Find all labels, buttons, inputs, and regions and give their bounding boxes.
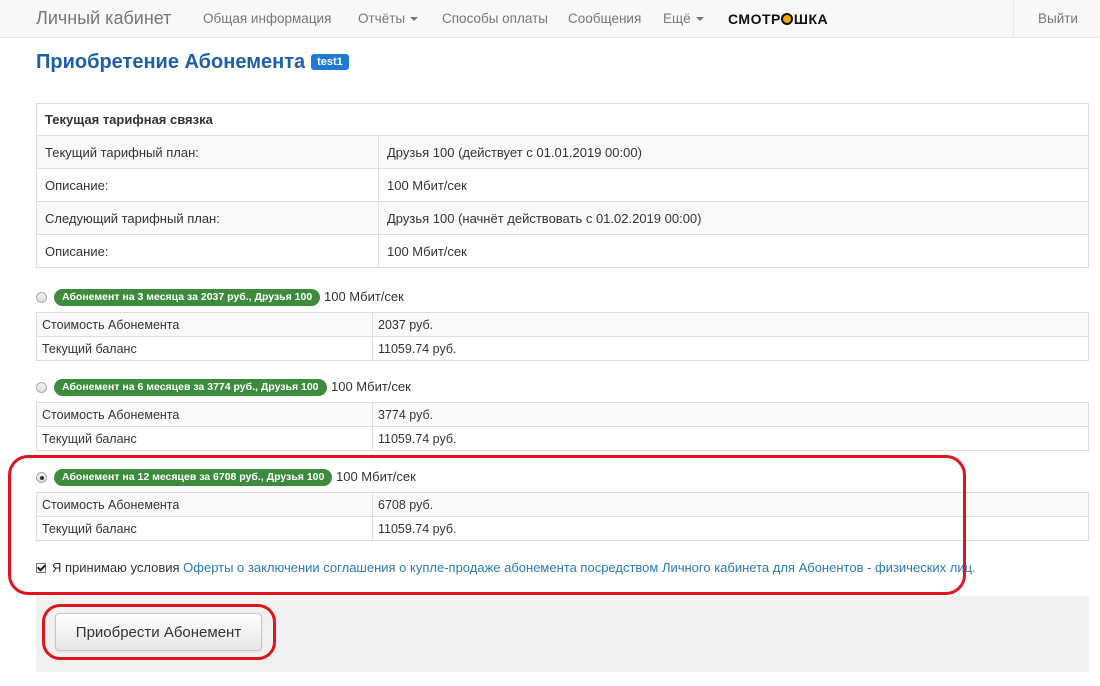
cost-value: 6708 руб. (372, 492, 1089, 517)
tariff-row-label: Текущий тарифный план: (36, 135, 379, 169)
cost-value: 2037 руб. (372, 312, 1089, 337)
offer-terms-link[interactable]: Оферты о заключении соглашения о купле-п… (183, 560, 976, 575)
form-actions: Приобрести Абонемент (36, 596, 1089, 672)
table-row: Описание: 100 Мбит/сек (36, 168, 1089, 202)
nav-item-label: Способы оплаты (442, 11, 548, 26)
subscription-speed: 100 Мбит/сек (331, 379, 411, 394)
subscription-radio-3-months[interactable] (36, 292, 47, 303)
page-title: Приобретение Абонемента test1 (36, 51, 349, 74)
agreement-text: Я принимаю условия (52, 560, 180, 575)
logout-link[interactable]: Выйти (1038, 11, 1078, 26)
subscription-option-3-months: Абонемент на 3 месяца за 2037 руб., Друз… (36, 287, 1089, 361)
subscription-radio-12-months[interactable] (36, 472, 47, 483)
cost-value: 3774 руб. (372, 402, 1089, 427)
balance-label: Текущий баланс (36, 516, 373, 541)
nav-item-label: Отчёты (358, 11, 406, 26)
brand-link[interactable]: Личный кабинет (36, 8, 171, 29)
nav-item-reports[interactable]: Отчёты (358, 11, 419, 26)
cost-label: Стоимость Абонемента (36, 312, 373, 337)
nav-item-more[interactable]: Ещё (663, 11, 704, 26)
balance-value: 11059.74 руб. (372, 516, 1089, 541)
table-row: Стоимость Абонемента 6708 руб. (36, 492, 1089, 517)
table-row: Текущий тарифный план: Друзья 100 (дейст… (36, 135, 1089, 169)
nav-divider (1013, 0, 1014, 38)
table-row: Стоимость Абонемента 2037 руб. (36, 312, 1089, 337)
agreement-checkbox[interactable] (36, 563, 46, 573)
subscription-speed: 100 Мбит/сек (324, 289, 404, 304)
table-row: Следующий тарифный план: Друзья 100 (нач… (36, 201, 1089, 235)
tariff-row-label: Описание: (36, 168, 379, 202)
nav-item-general-info[interactable]: Общая информация (203, 11, 331, 26)
subscription-badge: Абонемент на 6 месяцев за 3774 руб., Дру… (54, 379, 327, 396)
tariff-row-value: 100 Мбит/сек (378, 234, 1089, 268)
subscription-radio-6-months[interactable] (36, 382, 47, 393)
logo-o-icon (781, 13, 794, 25)
subscription-badge: Абонемент на 12 месяцев за 6708 руб., Др… (54, 469, 333, 486)
subscription-details-table: Стоимость Абонемента 6708 руб. Текущий б… (36, 492, 1089, 541)
subscription-speed: 100 Мбит/сек (336, 469, 416, 484)
nav-item-label: Ещё (663, 11, 691, 26)
tariff-row-label: Описание: (36, 234, 379, 268)
subscription-badge: Абонемент на 3 месяца за 2037 руб., Друз… (54, 289, 321, 306)
nav-item-payment-methods[interactable]: Способы оплаты (442, 11, 548, 26)
cost-label: Стоимость Абонемента (36, 402, 373, 427)
table-row: Описание: 100 Мбит/сек (36, 234, 1089, 268)
tariff-row-value: 100 Мбит/сек (378, 168, 1089, 202)
tariff-row-value: Друзья 100 (начнёт действовать с 01.02.2… (378, 201, 1089, 235)
balance-value: 11059.74 руб. (372, 336, 1089, 361)
subscription-option-6-months: Абонемент на 6 месяцев за 3774 руб., Дру… (36, 377, 1089, 451)
table-row: Текущий баланс 11059.74 руб. (36, 336, 1089, 361)
account-badge: test1 (311, 54, 349, 70)
subscription-details-table: Стоимость Абонемента 2037 руб. Текущий б… (36, 312, 1089, 361)
table-row: Текущий баланс 11059.74 руб. (36, 426, 1089, 451)
cost-label: Стоимость Абонемента (36, 492, 373, 517)
agreement-row: Я принимаю условия Оферты о заключении с… (36, 560, 976, 575)
balance-value: 11059.74 руб. (372, 426, 1089, 451)
table-row: Текущий баланс 11059.74 руб. (36, 516, 1089, 541)
subscription-option-12-months: Абонемент на 12 месяцев за 6708 руб., Др… (36, 467, 1089, 541)
subscription-details-table: Стоимость Абонемента 3774 руб. Текущий б… (36, 402, 1089, 451)
tariff-table-header: Текущая тарифная связка (36, 103, 1089, 136)
page-title-text: Приобретение Абонемента (36, 51, 306, 73)
balance-label: Текущий баланс (36, 426, 373, 451)
smotreshka-logo[interactable]: СМОТР ШКА (728, 11, 828, 27)
buy-subscription-button[interactable]: Приобрести Абонемент (55, 613, 262, 651)
tariff-row-label: Следующий тарифный план: (36, 201, 379, 235)
tariff-row-value: Друзья 100 (действует с 01.01.2019 00:00… (378, 135, 1089, 169)
nav-item-label: Сообщения (568, 11, 642, 26)
caret-down-icon (695, 17, 704, 22)
caret-down-icon (410, 17, 419, 22)
top-navbar: Личный кабинет Общая информация Отчёты С… (0, 0, 1100, 38)
balance-label: Текущий баланс (36, 336, 373, 361)
nav-item-messages[interactable]: Сообщения (568, 11, 641, 26)
table-row: Стоимость Абонемента 3774 руб. (36, 402, 1089, 427)
nav-item-label: Общая информация (203, 11, 332, 26)
current-tariff-table: Текущая тарифная связка Текущий тарифный… (36, 103, 1089, 268)
